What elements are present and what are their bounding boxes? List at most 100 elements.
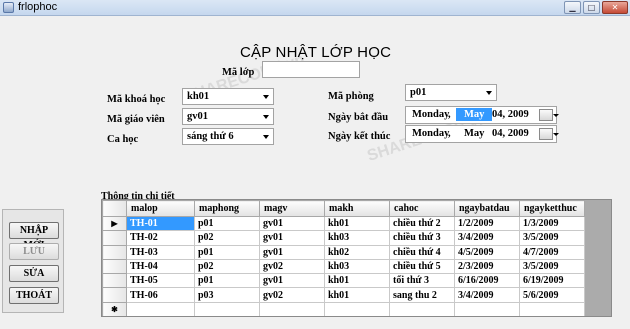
maximize-icon[interactable]: □: [583, 1, 600, 14]
table-cell[interactable]: kh03: [324, 258, 390, 275]
table-cell[interactable]: 1/3/2009: [519, 215, 585, 232]
table-cell[interactable]: gv02: [259, 258, 325, 275]
ma-khoa-hoc-combo[interactable]: kh01: [182, 88, 274, 105]
table-cell[interactable]: TH-03: [126, 244, 195, 260]
luu-button[interactable]: LƯU: [9, 243, 59, 260]
ngay-bat-dau-datepicker[interactable]: Monday , May 04, 2009: [405, 106, 559, 124]
column-header[interactable]: ngayketthuc: [519, 200, 585, 217]
ma-khoa-hoc-label: Mã khoá học: [107, 94, 166, 105]
row-header[interactable]: [102, 230, 127, 246]
table-row[interactable]: TH-03 p01 gv01 kh02 chiều thứ 4 4/5/2009 4/7/2…: [102, 244, 585, 260]
ma-phong-value: p01: [410, 87, 427, 98]
sua-button[interactable]: SỬA: [9, 265, 59, 282]
table-cell[interactable]: [259, 301, 325, 316]
calendar-icon[interactable]: [539, 128, 559, 140]
table-cell[interactable]: [389, 301, 455, 316]
table-cell[interactable]: chiều thứ 4: [389, 244, 455, 260]
minimize-icon[interactable]: ▁: [564, 1, 581, 14]
separator: ,: [448, 128, 451, 139]
table-cell[interactable]: 4/7/2009: [519, 244, 585, 260]
column-header[interactable]: cahoc: [389, 200, 455, 217]
table-cell[interactable]: [324, 301, 390, 316]
thoat-button[interactable]: THOÁT: [9, 287, 59, 304]
table-row[interactable]: TH-06 p03 gv02 kh01 sang thu 2 3/4/2009 5/6/20…: [102, 287, 585, 303]
column-header[interactable]: maphong: [194, 200, 260, 217]
chevron-down-icon[interactable]: [263, 95, 269, 99]
grid-corner[interactable]: [102, 200, 127, 217]
chevron-down-icon[interactable]: [263, 135, 269, 139]
table-cell[interactable]: 6/16/2009: [454, 273, 520, 289]
row-header[interactable]: [102, 273, 127, 289]
table-cell[interactable]: gv01: [259, 244, 325, 260]
table-cell[interactable]: kh02: [324, 244, 390, 260]
ngay-ket-thuc-datepicker[interactable]: Monday , May 04, 2009: [405, 125, 559, 143]
table-cell[interactable]: [454, 301, 520, 316]
chevron-down-icon[interactable]: [486, 91, 492, 95]
column-header[interactable]: malop: [126, 200, 195, 217]
table-cell[interactable]: gv01: [259, 215, 325, 232]
separator: ,: [448, 109, 451, 120]
row-header[interactable]: [102, 287, 127, 303]
ma-lop-input[interactable]: [262, 61, 360, 78]
table-cell[interactable]: p02: [194, 258, 260, 275]
ma-giao-vien-combo[interactable]: gv01: [182, 108, 274, 125]
table-cell[interactable]: p03: [194, 287, 260, 303]
table-row[interactable]: ▶ TH-01 p01 gv01 kh01 chiều thứ 2 1/2/2009 1/3/…: [102, 215, 585, 232]
table-cell[interactable]: 6/19/2009: [519, 273, 585, 289]
table-cell[interactable]: [519, 301, 585, 316]
row-header[interactable]: [102, 244, 127, 260]
table-cell[interactable]: tối thứ 3: [389, 273, 455, 289]
nhap-moi-button[interactable]: NHẬP MỚI: [9, 222, 59, 251]
table-cell[interactable]: chiều thứ 2: [389, 215, 455, 232]
table-cell[interactable]: kh01: [324, 215, 390, 232]
weekday: Monday: [412, 109, 450, 120]
table-cell[interactable]: 3/4/2009: [454, 230, 520, 246]
table-cell[interactable]: 3/5/2009: [519, 258, 585, 275]
table-row[interactable]: TH-04 p02 gv02 kh03 chiều thứ 5 2/3/2009 3/5/2…: [102, 258, 585, 275]
table-cell[interactable]: [194, 301, 260, 316]
new-row[interactable]: ✱: [102, 301, 585, 316]
table-cell[interactable]: kh03: [324, 230, 390, 246]
table-cell[interactable]: kh01: [324, 273, 390, 289]
month[interactable]: May: [464, 128, 484, 139]
table-row[interactable]: TH-02 p02 gv01 kh03 chiều thứ 3 3/4/2009 3/5/2…: [102, 230, 585, 246]
row-header[interactable]: [102, 258, 127, 275]
table-cell[interactable]: [126, 301, 195, 316]
table-cell[interactable]: gv01: [259, 230, 325, 246]
table-cell[interactable]: chiều thứ 3: [389, 230, 455, 246]
table-cell[interactable]: TH-06: [126, 287, 195, 303]
table-cell[interactable]: p01: [194, 215, 260, 232]
row-header[interactable]: ▶: [102, 215, 127, 232]
table-cell[interactable]: 3/4/2009: [454, 287, 520, 303]
table-cell[interactable]: chiều thứ 5: [389, 258, 455, 275]
ca-hoc-combo[interactable]: sáng thứ 6: [182, 128, 274, 145]
table-cell[interactable]: TH-02: [126, 230, 195, 246]
data-grid[interactable]: malop maphong magv makh cahoc ngaybatdau…: [101, 199, 612, 317]
table-cell[interactable]: gv02: [259, 287, 325, 303]
table-cell[interactable]: 5/6/2009: [519, 287, 585, 303]
calendar-icon[interactable]: [539, 109, 559, 121]
column-header[interactable]: makh: [324, 200, 390, 217]
day-year: 04, 2009: [492, 128, 529, 139]
table-cell[interactable]: TH-05: [126, 273, 195, 289]
close-icon[interactable]: ✕: [602, 1, 628, 14]
table-cell[interactable]: p01: [194, 244, 260, 260]
table-cell[interactable]: sang thu 2: [389, 287, 455, 303]
table-cell[interactable]: 4/5/2009: [454, 244, 520, 260]
table-cell[interactable]: p01: [194, 273, 260, 289]
table-cell[interactable]: 2/3/2009: [454, 258, 520, 275]
column-header[interactable]: ngaybatdau: [454, 200, 520, 217]
table-row[interactable]: TH-05 p01 gv01 kh01 tối thứ 3 6/16/2009 6/19/2…: [102, 273, 585, 289]
month[interactable]: May: [456, 108, 493, 121]
chevron-down-icon[interactable]: [263, 115, 269, 119]
table-cell[interactable]: TH-01: [126, 215, 195, 232]
table-cell[interactable]: TH-04: [126, 258, 195, 275]
table-cell[interactable]: 1/2/2009: [454, 215, 520, 232]
ca-hoc-value: sáng thứ 6: [187, 131, 234, 142]
table-cell[interactable]: gv01: [259, 273, 325, 289]
table-cell[interactable]: p02: [194, 230, 260, 246]
table-cell[interactable]: 3/5/2009: [519, 230, 585, 246]
ma-phong-combo[interactable]: p01: [405, 84, 497, 101]
column-header[interactable]: magv: [259, 200, 325, 217]
table-cell[interactable]: kh01: [324, 287, 390, 303]
